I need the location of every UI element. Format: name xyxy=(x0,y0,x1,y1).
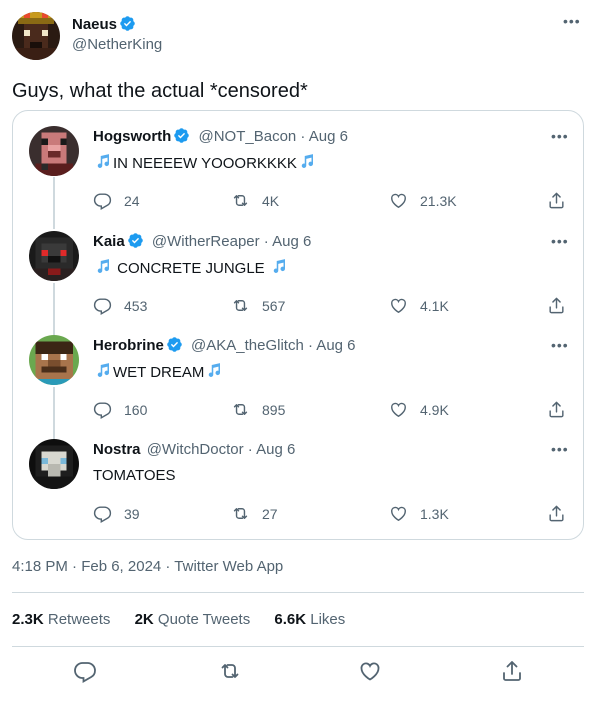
reply-button[interactable]: 453 xyxy=(93,296,147,315)
more-icon[interactable]: ••• xyxy=(551,338,569,352)
share-button[interactable] xyxy=(547,400,566,419)
retweet-button[interactable]: 27 xyxy=(231,504,278,523)
avatar[interactable] xyxy=(29,231,79,281)
like-button[interactable]: 1.3K xyxy=(389,504,449,523)
music-notes-icon xyxy=(297,153,317,171)
author-handle-date[interactable]: @WitherReaper · Aug 6 xyxy=(152,233,311,250)
tweet-text: IN NEEEEW YOOORKKKK xyxy=(93,153,317,174)
author-name[interactable]: Hogsworth xyxy=(93,128,171,145)
like-icon xyxy=(389,504,408,523)
share-button[interactable] xyxy=(547,191,566,210)
retweet-icon xyxy=(231,400,250,419)
reply-button[interactable] xyxy=(73,659,97,683)
retweet-button[interactable] xyxy=(218,659,242,683)
reply-button[interactable]: 24 xyxy=(93,191,140,210)
main-tweet-actions xyxy=(0,657,596,687)
music-notes-icon xyxy=(93,258,113,276)
tweet-text: WET DREAM xyxy=(93,362,224,383)
author-name[interactable]: Nostra xyxy=(93,441,141,458)
reply-icon xyxy=(93,504,112,523)
reply-icon xyxy=(73,659,97,683)
tweet-stats: 2.3K Retweets 2K Quote Tweets 6.6K Likes xyxy=(12,610,365,630)
share-icon xyxy=(500,659,524,683)
more-icon[interactable]: ••• xyxy=(551,129,569,143)
thread-tweet[interactable]: Kaia @WitherReaper · Aug 6 ••• CONCRETE … xyxy=(13,216,585,320)
main-tweet-text: Guys, what the actual *censored* xyxy=(12,80,308,102)
main-author-avatar[interactable] xyxy=(12,12,60,60)
avatar[interactable] xyxy=(29,335,79,385)
verified-badge-icon xyxy=(166,336,183,353)
share-icon xyxy=(547,400,566,419)
author-handle-date[interactable]: @NOT_Bacon · Aug 6 xyxy=(199,128,348,145)
retweet-icon xyxy=(231,191,250,210)
retweet-button[interactable]: 4K xyxy=(231,191,279,210)
main-author-handle[interactable]: @NetherKing xyxy=(72,35,162,55)
verified-badge-icon xyxy=(173,127,190,144)
author-name[interactable]: Herobrine xyxy=(93,337,164,354)
like-icon xyxy=(389,296,408,315)
avatar[interactable] xyxy=(29,439,79,489)
like-button[interactable] xyxy=(358,659,382,683)
tweet-text: TOMATOES xyxy=(93,467,176,484)
more-icon[interactable]: ••• xyxy=(551,234,569,248)
thread-tweet[interactable]: Nostra @WitchDoctor · Aug 6 ••• TOMATOES… xyxy=(13,424,585,528)
likes-stat[interactable]: 6.6K Likes xyxy=(274,611,365,628)
author-name[interactable]: Kaia xyxy=(93,233,125,250)
retweets-stat[interactable]: 2.3K Retweets xyxy=(12,611,130,628)
share-button[interactable] xyxy=(500,659,524,683)
music-notes-icon xyxy=(204,362,224,380)
verified-badge-icon xyxy=(119,15,136,32)
like-button[interactable]: 4.9K xyxy=(389,400,449,419)
retweet-icon xyxy=(231,504,250,523)
like-button[interactable]: 4.1K xyxy=(389,296,449,315)
share-button[interactable] xyxy=(547,296,566,315)
retweet-button[interactable]: 567 xyxy=(231,296,285,315)
more-icon[interactable]: ••• xyxy=(563,14,581,28)
divider xyxy=(12,646,584,647)
share-icon xyxy=(547,504,566,523)
thread-tweet[interactable]: Hogsworth @NOT_Bacon · Aug 6 ••• IN NEEE… xyxy=(13,111,585,215)
like-icon xyxy=(389,191,408,210)
author-handle-date[interactable]: @AKA_theGlitch · Aug 6 xyxy=(191,337,355,354)
retweet-icon xyxy=(231,296,250,315)
thread-tweet[interactable]: Herobrine @AKA_theGlitch · Aug 6 ••• WET… xyxy=(13,320,585,424)
share-icon xyxy=(547,191,566,210)
share-button[interactable] xyxy=(547,504,566,523)
reply-button[interactable]: 39 xyxy=(93,504,140,523)
like-button[interactable]: 21.3K xyxy=(389,191,457,210)
music-notes-icon xyxy=(269,258,289,276)
quoted-thread-card[interactable]: Hogsworth @NOT_Bacon · Aug 6 ••• IN NEEE… xyxy=(12,110,584,540)
main-author-name[interactable]: Naeus xyxy=(72,15,162,35)
reply-icon xyxy=(93,400,112,419)
share-icon xyxy=(547,296,566,315)
music-notes-icon xyxy=(93,153,113,171)
avatar[interactable] xyxy=(29,126,79,176)
reply-icon xyxy=(93,191,112,210)
more-icon[interactable]: ••• xyxy=(551,442,569,456)
verified-badge-icon xyxy=(127,232,144,249)
reply-icon xyxy=(93,296,112,315)
like-icon xyxy=(389,400,408,419)
divider xyxy=(12,592,584,593)
reply-button[interactable]: 160 xyxy=(93,400,147,419)
music-notes-icon xyxy=(93,362,113,380)
retweet-button[interactable]: 895 xyxy=(231,400,285,419)
quote-tweets-stat[interactable]: 2K Quote Tweets xyxy=(135,611,271,628)
tweet-timestamp[interactable]: 4:18 PM · Feb 6, 2024 · Twitter Web App xyxy=(12,557,283,577)
like-icon xyxy=(358,659,382,683)
author-handle-date[interactable]: @WitchDoctor · Aug 6 xyxy=(147,441,296,458)
tweet-text: CONCRETE JUNGLE xyxy=(93,258,289,279)
retweet-icon xyxy=(218,659,242,683)
